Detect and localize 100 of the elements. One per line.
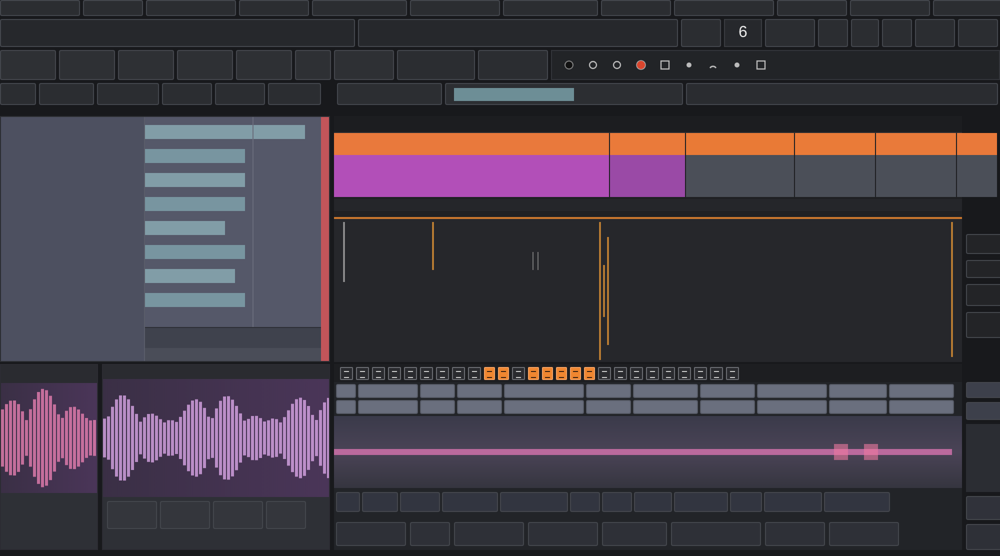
counter-display[interactable]: 6 [724,19,762,47]
panel-button[interactable] [966,402,1000,420]
panel-button[interactable] [915,19,955,47]
panel-button[interactable] [500,492,568,512]
panel-button[interactable] [410,522,450,546]
toggle-button[interactable] [556,366,567,380]
panel-button[interactable] [586,400,631,414]
panel-button[interactable] [824,492,890,512]
panel-button[interactable] [420,384,455,398]
toggle-button[interactable] [484,366,495,380]
clip[interactable] [610,133,685,155]
panel-button[interactable] [337,83,442,105]
clip[interactable] [876,133,956,155]
panel-button[interactable] [59,50,115,80]
toggle-button[interactable] [710,366,723,380]
toggle-button[interactable] [436,366,449,380]
panel-button[interactable] [966,496,1000,520]
panel-button[interactable] [674,492,728,512]
panel-button[interactable] [829,400,887,414]
panel-button[interactable] [851,19,879,47]
panel-button[interactable] [528,522,598,546]
panel-button[interactable] [336,492,360,512]
panel-button[interactable] [633,400,698,414]
panel-button[interactable] [268,83,321,105]
panel-button[interactable] [0,0,80,16]
panel-button[interactable] [336,400,356,414]
toggle-button[interactable] [678,366,691,380]
dot-icon[interactable] [684,60,694,70]
panel-button[interactable] [765,522,825,546]
panel-button[interactable] [336,522,406,546]
clip[interactable] [957,133,997,155]
panel-button[interactable] [503,0,598,16]
panel-button[interactable] [757,400,827,414]
panel-button[interactable] [850,0,930,16]
square-icon[interactable] [660,60,670,70]
panel-button[interactable] [162,83,212,105]
record-button[interactable] [636,60,646,70]
panel-button[interactable] [674,0,774,16]
panel-button[interactable] [601,0,671,16]
panel-button[interactable] [146,0,236,16]
panel-button[interactable] [442,492,498,512]
clip[interactable] [610,155,685,197]
panel-button[interactable] [215,83,265,105]
toggle-button[interactable] [340,366,353,380]
panel-button[interactable] [966,382,1000,398]
panel-button[interactable] [882,19,912,47]
toggle-button[interactable] [372,366,385,380]
toggle-button[interactable] [528,366,539,380]
clip[interactable] [795,133,875,155]
panel-button[interactable] [602,522,667,546]
panel-button[interactable] [765,19,815,47]
panel-button[interactable] [966,524,1000,550]
panel-button[interactable] [933,0,1000,16]
panel-button[interactable] [700,400,755,414]
clip[interactable] [795,155,875,197]
panel-button[interactable] [966,312,1000,338]
toggle-button[interactable] [404,366,417,380]
panel-button[interactable] [602,492,632,512]
toggle-button[interactable] [726,366,739,380]
panel-button[interactable] [97,83,159,105]
panel-button[interactable] [570,492,600,512]
panel-button[interactable] [586,384,631,398]
toggle-button[interactable] [598,366,611,380]
panel-button[interactable] [312,0,407,16]
panel-button[interactable] [295,50,331,80]
panel-button[interactable] [829,384,887,398]
toggle-button[interactable] [388,366,401,380]
toggle-button[interactable] [584,366,595,380]
panel-button[interactable] [457,400,502,414]
dot-icon[interactable] [732,60,742,70]
panel-button[interactable] [764,492,822,512]
panel-button[interactable] [889,400,954,414]
toggle-button[interactable] [452,366,465,380]
toggle-button[interactable] [630,366,643,380]
panel-button[interactable] [334,50,394,80]
panel-button[interactable] [966,284,1000,306]
panel-button[interactable] [504,384,584,398]
panel-button[interactable] [478,50,548,80]
toggle-button[interactable] [542,366,553,380]
toggle-button[interactable] [356,366,369,380]
panel-button[interactable] [177,50,233,80]
clip[interactable] [876,155,956,197]
toggle-button[interactable] [498,366,509,380]
square-icon[interactable] [756,60,766,70]
panel-button[interactable] [0,83,36,105]
panel-button[interactable] [633,384,698,398]
toggle-button[interactable] [512,366,525,380]
toggle-button[interactable] [468,366,481,380]
clip[interactable] [686,155,794,197]
toggle-button[interactable] [646,366,659,380]
panel-button[interactable] [358,400,418,414]
panel-button[interactable] [0,50,56,80]
clip[interactable] [334,155,609,197]
panel-button[interactable] [336,384,356,398]
clip[interactable] [957,155,997,197]
panel-button[interactable] [889,384,954,398]
circle-icon[interactable] [588,60,598,70]
panel-button[interactable] [236,50,292,80]
clip[interactable] [334,133,609,155]
panel-button[interactable] [634,492,672,512]
